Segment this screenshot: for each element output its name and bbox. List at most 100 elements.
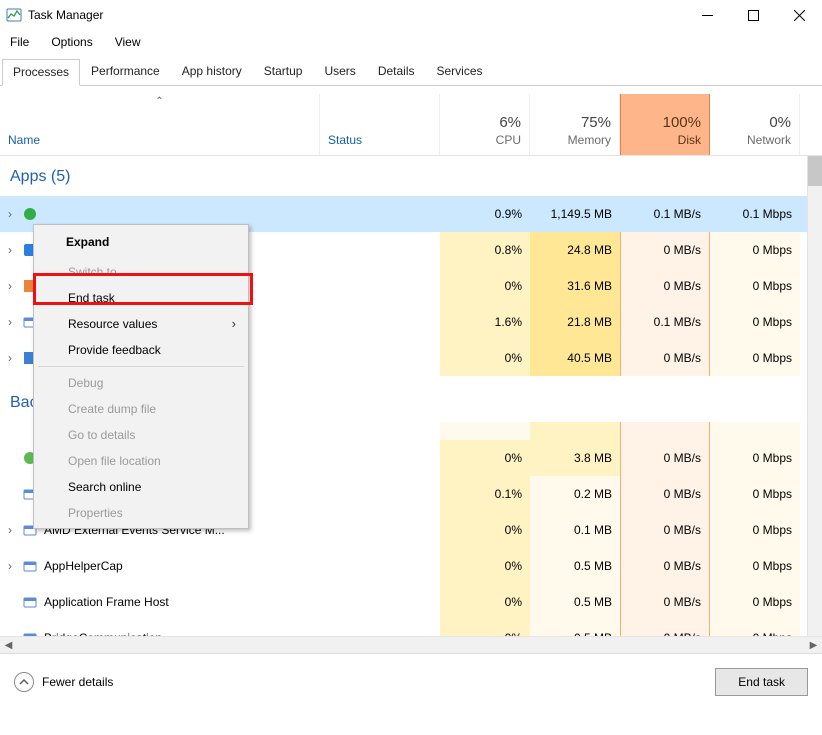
cell-disk: 0 MB/s xyxy=(620,340,710,376)
process-row[interactable]: BridgeCommunication 0% 0.5 MB 0 MB/s 0 M… xyxy=(0,620,822,636)
process-status xyxy=(320,584,440,620)
expand-chevron-icon[interactable]: › xyxy=(4,279,16,293)
hscroll-right-icon[interactable]: ▶ xyxy=(805,637,822,654)
ctx-end-task[interactable]: End task xyxy=(36,285,246,311)
cell-disk: 0.1 MB/s xyxy=(620,304,710,340)
process-status xyxy=(320,476,440,512)
cell-memory: 0.1 MB xyxy=(530,512,620,548)
cell-network: 0 Mbps xyxy=(710,620,800,636)
process-icon xyxy=(22,206,38,222)
tab-performance[interactable]: Performance xyxy=(80,58,171,85)
process-icon xyxy=(22,558,38,574)
cell-memory: 21.8 MB xyxy=(530,304,620,340)
tab-app-history[interactable]: App history xyxy=(171,58,253,85)
column-headers: ⌃ Name Status 6% CPU 75% Memory 100% Dis… xyxy=(0,94,822,156)
tab-startup[interactable]: Startup xyxy=(253,58,314,85)
scrollbar-thumb[interactable] xyxy=(808,156,822,186)
expand-chevron-icon[interactable]: › xyxy=(4,243,16,257)
fewer-details-toggle[interactable]: Fewer details xyxy=(14,672,113,692)
cell-disk: 0 MB/s xyxy=(620,512,710,548)
expand-chevron-icon[interactable]: › xyxy=(4,523,16,537)
cell-network: 0.1 Mbps xyxy=(710,196,800,232)
cell-network: 0 Mbps xyxy=(710,584,800,620)
context-menu: Expand xyxy=(33,224,249,259)
process-status xyxy=(320,196,440,232)
process-row[interactable]: Application Frame Host 0% 0.5 MB 0 MB/s … xyxy=(0,584,822,620)
title-bar: Task Manager xyxy=(0,0,822,30)
end-task-button[interactable]: End task xyxy=(715,668,808,696)
fewer-details-label: Fewer details xyxy=(42,675,113,689)
cell-network: 0 Mbps xyxy=(710,268,800,304)
group-apps[interactable]: Apps (5) xyxy=(0,156,822,196)
ctx-resource-values[interactable]: Resource values xyxy=(36,311,246,337)
ctx-search-online[interactable]: Search online xyxy=(36,474,246,500)
expand-chevron-icon[interactable]: › xyxy=(4,207,16,221)
cell-disk: 0.1 MB/s xyxy=(620,196,710,232)
ctx-switch-to: Switch to xyxy=(36,259,246,285)
cell-memory: 0.5 MB xyxy=(530,548,620,584)
cell-memory: 3.8 MB xyxy=(530,440,620,476)
horizontal-scrollbar[interactable]: ◀ ▶ xyxy=(0,636,822,653)
cell-disk: 0 MB/s xyxy=(620,268,710,304)
minimize-button[interactable] xyxy=(684,0,730,30)
process-status xyxy=(320,512,440,548)
header-name[interactable]: ⌃ Name xyxy=(0,94,320,155)
cell-disk: 0 MB/s xyxy=(620,548,710,584)
cell-cpu: 0.1% xyxy=(440,476,530,512)
process-name: Application Frame Host xyxy=(44,595,169,609)
app-icon xyxy=(6,7,22,23)
ctx-expand[interactable]: Expand xyxy=(66,235,109,249)
cell-network: 0 Mbps xyxy=(710,304,800,340)
chevron-up-icon xyxy=(14,672,34,692)
cell-memory: 0.2 MB xyxy=(530,476,620,512)
cell-cpu: 0.8% xyxy=(440,232,530,268)
cell-disk: 0 MB/s xyxy=(620,232,710,268)
expand-chevron-icon[interactable]: › xyxy=(4,351,16,365)
ctx-create-dump: Create dump file xyxy=(36,396,246,422)
process-status xyxy=(320,232,440,268)
maximize-button[interactable] xyxy=(730,0,776,30)
expand-chevron-icon[interactable]: › xyxy=(4,559,16,573)
vertical-scrollbar[interactable] xyxy=(807,156,822,636)
menu-view[interactable]: View xyxy=(109,32,147,52)
ctx-provide-feedback[interactable]: Provide feedback xyxy=(36,337,246,363)
ctx-properties: Properties xyxy=(36,500,246,526)
cell-cpu: 0% xyxy=(440,512,530,548)
cell-cpu: 0% xyxy=(440,440,530,476)
cell-memory: 24.8 MB xyxy=(530,232,620,268)
header-disk[interactable]: 100% Disk xyxy=(620,94,710,155)
ctx-open-file-loc: Open file location xyxy=(36,448,246,474)
cell-memory: 1,149.5 MB xyxy=(530,196,620,232)
process-status xyxy=(320,548,440,584)
header-network[interactable]: 0% Network xyxy=(710,94,800,155)
tab-details[interactable]: Details xyxy=(367,58,426,85)
cell-disk: 0 MB/s xyxy=(620,584,710,620)
tab-services[interactable]: Services xyxy=(426,58,494,85)
process-name: AppHelperCap xyxy=(44,559,123,573)
ctx-separator xyxy=(38,366,244,367)
process-status xyxy=(320,268,440,304)
cell-memory: 0.5 MB xyxy=(530,620,620,636)
menu-file[interactable]: File xyxy=(4,32,35,52)
cell-memory: 40.5 MB xyxy=(530,340,620,376)
cell-memory: 0.5 MB xyxy=(530,584,620,620)
header-status[interactable]: Status xyxy=(320,94,440,155)
cell-network: 0 Mbps xyxy=(710,512,800,548)
hscroll-left-icon[interactable]: ◀ xyxy=(0,637,17,654)
tab-users[interactable]: Users xyxy=(313,58,366,85)
task-manager-window: Task Manager File Options View Processes… xyxy=(0,0,822,735)
context-menu-body: Switch to End task Resource values Provi… xyxy=(33,224,249,529)
process-status xyxy=(320,620,440,636)
menu-options[interactable]: Options xyxy=(45,32,98,52)
expand-chevron-icon[interactable]: › xyxy=(4,315,16,329)
header-cpu[interactable]: 6% CPU xyxy=(440,94,530,155)
tab-processes[interactable]: Processes xyxy=(2,59,80,86)
close-button[interactable] xyxy=(776,0,822,30)
cell-cpu: 0% xyxy=(440,584,530,620)
process-row[interactable]: › AppHelperCap 0% 0.5 MB 0 MB/s 0 Mbps xyxy=(0,548,822,584)
process-icon xyxy=(22,594,38,610)
cell-disk: 0 MB/s xyxy=(620,440,710,476)
menu-bar: File Options View xyxy=(0,30,822,54)
header-memory[interactable]: 75% Memory xyxy=(530,94,620,155)
sort-indicator-icon: ⌃ xyxy=(0,96,319,107)
